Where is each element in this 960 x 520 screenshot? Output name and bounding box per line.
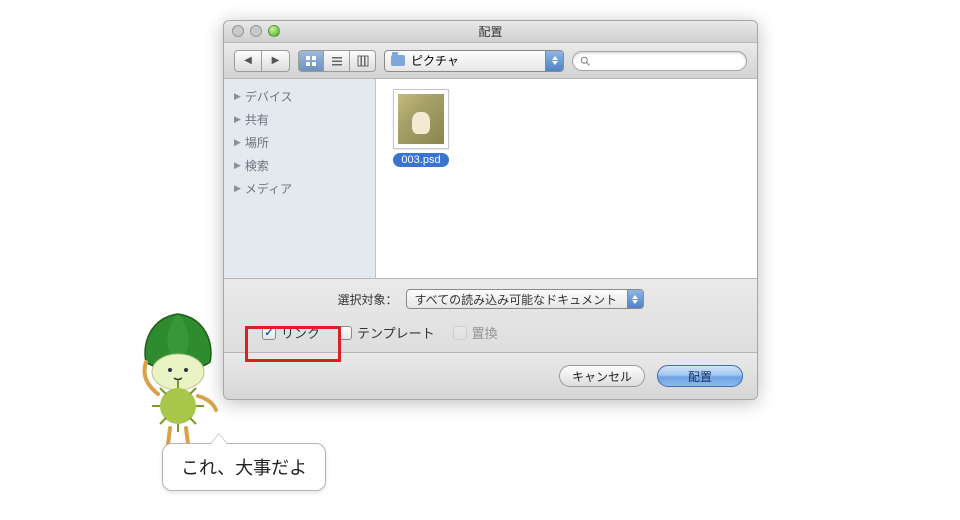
window-title: 配置 [478, 23, 502, 40]
dropdown-arrows-icon [627, 290, 643, 308]
search-input[interactable] [572, 51, 747, 71]
toolbar: ◀ ▶ ピクチャ [224, 43, 757, 79]
checkbox-disabled-icon [453, 326, 467, 340]
back-button[interactable]: ◀ [234, 50, 262, 72]
search-icon [579, 55, 591, 67]
close-icon[interactable] [232, 25, 244, 37]
checkbox-label: テンプレート [357, 323, 435, 342]
nav-back-forward: ◀ ▶ [234, 50, 290, 72]
chevron-right-icon: ▶ [234, 114, 241, 125]
annotation-highlight-box [245, 326, 341, 362]
sidebar-item-media[interactable]: ▶ メディア [224, 177, 375, 200]
grid-icon [305, 55, 317, 67]
sidebar-item-shared[interactable]: ▶ 共有 [224, 108, 375, 131]
icon-view-button[interactable] [298, 50, 324, 72]
mascot-character [128, 310, 228, 450]
replace-checkbox: 置換 [453, 323, 498, 342]
list-icon [331, 55, 343, 67]
template-checkbox[interactable]: テンプレート [338, 323, 435, 342]
sidebar-item-places[interactable]: ▶ 場所 [224, 131, 375, 154]
speech-text: これ、大事だよ [181, 458, 307, 478]
speech-bubble: これ、大事だよ [162, 443, 326, 491]
view-mode-segment [298, 50, 376, 72]
sidebar-item-label: デバイス [245, 88, 293, 105]
sidebar-item-label: 場所 [245, 134, 269, 151]
checkbox-label: 置換 [472, 323, 498, 342]
file-pane[interactable]: 003.psd [376, 79, 757, 278]
cancel-button[interactable]: キャンセル [559, 365, 645, 387]
forward-button[interactable]: ▶ [262, 50, 290, 72]
filter-label: 選択対象： [337, 291, 397, 308]
file-thumbnail [393, 89, 449, 149]
filter-row: 選択対象： すべての読み込み可能なドキュメント [238, 289, 743, 309]
list-view-button[interactable] [324, 50, 350, 72]
chevron-right-icon: ▶ [234, 183, 241, 194]
window-controls [232, 25, 280, 37]
chevron-right-icon: ▶ [234, 137, 241, 148]
filter-value: すべての読み込み可能なドキュメント [415, 291, 618, 308]
minimize-icon[interactable] [250, 25, 262, 37]
sidebar: ▶ デバイス ▶ 共有 ▶ 場所 ▶ 検索 ▶ メディア [224, 79, 376, 278]
sidebar-item-devices[interactable]: ▶ デバイス [224, 85, 375, 108]
dropdown-arrows-icon [545, 51, 563, 71]
sidebar-item-label: メディア [245, 180, 292, 197]
chevron-right-icon: ▶ [234, 160, 241, 171]
path-label: ピクチャ [411, 52, 459, 69]
sidebar-item-label: 検索 [245, 157, 269, 174]
confirm-button[interactable]: 配置 [657, 365, 743, 387]
file-name: 003.psd [393, 153, 448, 167]
columns-icon [357, 55, 369, 67]
zoom-icon[interactable] [268, 25, 280, 37]
chevron-right-icon: ▶ [234, 91, 241, 102]
filter-dropdown[interactable]: すべての読み込み可能なドキュメント [406, 289, 644, 309]
titlebar[interactable]: 配置 [224, 21, 757, 43]
folder-icon [391, 55, 405, 66]
sidebar-item-search[interactable]: ▶ 検索 [224, 154, 375, 177]
path-dropdown[interactable]: ピクチャ [384, 50, 564, 72]
column-view-button[interactable] [350, 50, 376, 72]
file-browser: ▶ デバイス ▶ 共有 ▶ 場所 ▶ 検索 ▶ メディア 003.psd [224, 79, 757, 279]
file-item[interactable]: 003.psd [386, 89, 456, 167]
sidebar-item-label: 共有 [245, 111, 269, 128]
